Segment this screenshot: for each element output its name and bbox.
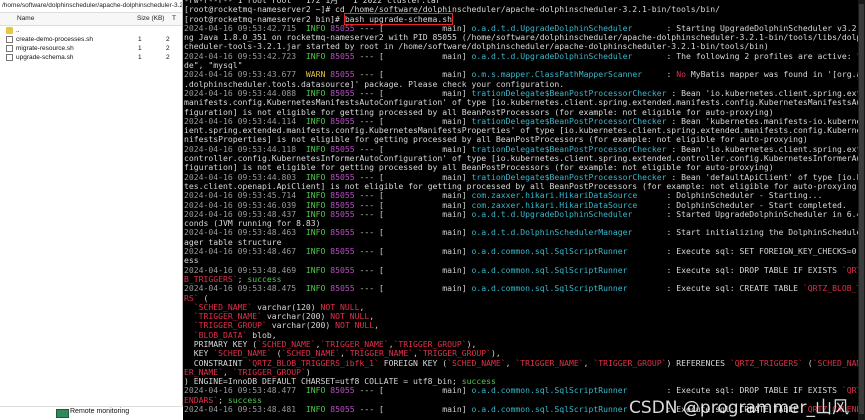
terminal-text: INFO [300, 283, 331, 294]
current-path[interactable]: /home/software/dolphinscheduler/apache-d… [0, 0, 182, 13]
file-list-header: Name Size (KB) T [0, 13, 182, 26]
terminal-text: INFO [300, 385, 331, 396]
terminal-text: 85055 [330, 404, 355, 415]
terminal-text: 85055 [330, 385, 355, 396]
terminal-text: --- [ main] [354, 283, 472, 294]
terminal-text: 85055 [330, 264, 355, 275]
terminal-text: INFO [300, 264, 331, 275]
file-row[interactable]: upgrade-schema.sh 1 2 [0, 53, 182, 62]
terminal-line: 2024-04-16 09:53:42.723 INFO 85055 --- [… [184, 50, 865, 61]
terminal-text: ) REFERENCES [666, 357, 730, 368]
file-row[interactable]: .. [0, 26, 182, 35]
terminal-text: 85055 [330, 50, 355, 61]
file-row[interactable]: create-demo-processes.sh 1 2 [0, 35, 182, 44]
column-size-header[interactable]: Size (KB) [137, 15, 164, 22]
terminal-text: INFO [300, 404, 331, 415]
terminal-text: : [661, 69, 677, 80]
terminal-text: o.a.d.common.sql.SqlScriptRunner [471, 246, 662, 257]
terminal-text: ( [802, 357, 813, 368]
file-icon [6, 54, 13, 61]
terminal-text: INFO [300, 246, 331, 257]
terminal-text: NOT NULL [335, 320, 375, 331]
terminal-text: , [374, 320, 379, 331]
watermark: CSDN @programmer_山风 [629, 398, 849, 418]
terminal-text: o.a.d.t.d.UpgradeDolphinScheduler [471, 208, 662, 219]
terminal-text: 85055 [330, 246, 355, 257]
terminal-text: : Execute sql: CREATE TABLE [661, 283, 803, 294]
terminal-text: No [676, 69, 686, 80]
terminal-text: FOREIGN KEY ( [378, 357, 448, 368]
terminal-text: 2024-04-16 09:53:48.467 [184, 246, 301, 257]
terminal-text: `QRTZ_BLOB_TRIGGE [802, 283, 865, 294]
terminal-text: 85055 [330, 283, 355, 294]
terminal-line: 2024-04-16 09:53:48.467 INFO 85055 --- [… [184, 246, 865, 257]
terminal-text: `TRIGGER_NAME` [515, 357, 584, 368]
terminal-text: : Started UpgradeDolphinScheduler in 6.4… [661, 208, 865, 219]
terminal-text: INFO [300, 50, 331, 61]
terminal-text: 85055 [330, 227, 355, 238]
terminal-text: --- [ main] [354, 50, 472, 61]
terminal-text: `TRIGGER_GROUP` [593, 357, 667, 368]
file-browser-pane: /home/software/dolphinscheduler/apache-d… [0, 0, 183, 420]
terminal-text: o.a.d.t.d.DolphinSchedulerManager [471, 227, 662, 238]
terminal-text: o.a.d.common.sql.SqlScriptRunner [471, 264, 662, 275]
terminal-text: 2024-04-16 09:53:48.481 [184, 404, 301, 415]
terminal-text: `SCHED_NAME` [447, 357, 506, 368]
column-type-header[interactable]: T [172, 15, 176, 22]
terminal-text: --- [ main] [354, 227, 472, 238]
terminal-text: : Execute sql: DROP TABLE IF EXISTS [661, 264, 842, 275]
scrollbar-thumb[interactable] [859, 4, 864, 414]
terminal-line: 2024-04-16 09:53:48.463 INFO 85055 --- [… [184, 228, 865, 237]
terminal-text: --- [ main] [354, 264, 472, 275]
terminal-text: MyBatis mapper was found in '[org.apache [690, 69, 865, 80]
remote-monitoring-label[interactable]: Remote monitoring [70, 408, 129, 415]
terminal-line: 2024-04-16 09:53:48.469 INFO 85055 --- [… [184, 264, 865, 275]
terminal-text: o.a.d.t.d.UpgradeDolphinScheduler [471, 50, 662, 61]
terminal-text: o.a.d.common.sql.SqlScriptRunner [471, 283, 662, 294]
terminal-text: --- [ main] [354, 208, 472, 219]
terminal-text: : Execute sql: SET FOREIGN_KEY_CHECKS=0;… [661, 246, 865, 257]
file-icon [6, 45, 13, 52]
terminal-scrollbar[interactable] [858, 0, 865, 420]
terminal-text: 85055 [330, 208, 355, 219]
terminal-output[interactable]: -rw-r--r-- 1 root root 172 1月 1 2022 clu… [184, 0, 865, 420]
terminal-text: INFO [300, 227, 331, 238]
terminal-line: 2024-04-16 09:53:48.475 INFO 85055 --- [… [184, 284, 865, 293]
column-name-header[interactable]: Name [17, 15, 34, 22]
terminal-text: --- [ main] [354, 404, 472, 415]
terminal-text: : Start initializing the DolphinSchedule… [661, 227, 865, 238]
folder-icon [6, 27, 13, 34]
terminal-line: `TRIGGER_GROUP` varchar(200) NOT NULL, [184, 321, 865, 330]
remote-monitoring-bar[interactable]: Remote monitoring [0, 406, 183, 420]
terminal-text: : The following 2 profiles are active: "… [661, 50, 865, 61]
terminal-text: , [505, 357, 516, 368]
monitor-icon [56, 409, 69, 418]
file-row[interactable]: migrate-resource.sh 1 2 [0, 44, 182, 53]
file-icon [6, 36, 13, 43]
terminal-text: , [583, 357, 594, 368]
terminal-text: --- [ main] [354, 385, 472, 396]
terminal-text: --- [ main] [354, 246, 472, 257]
terminal-text: `QRTZ_TRIGGERS` [729, 357, 803, 368]
terminal-text: varchar(200) [266, 320, 336, 331]
